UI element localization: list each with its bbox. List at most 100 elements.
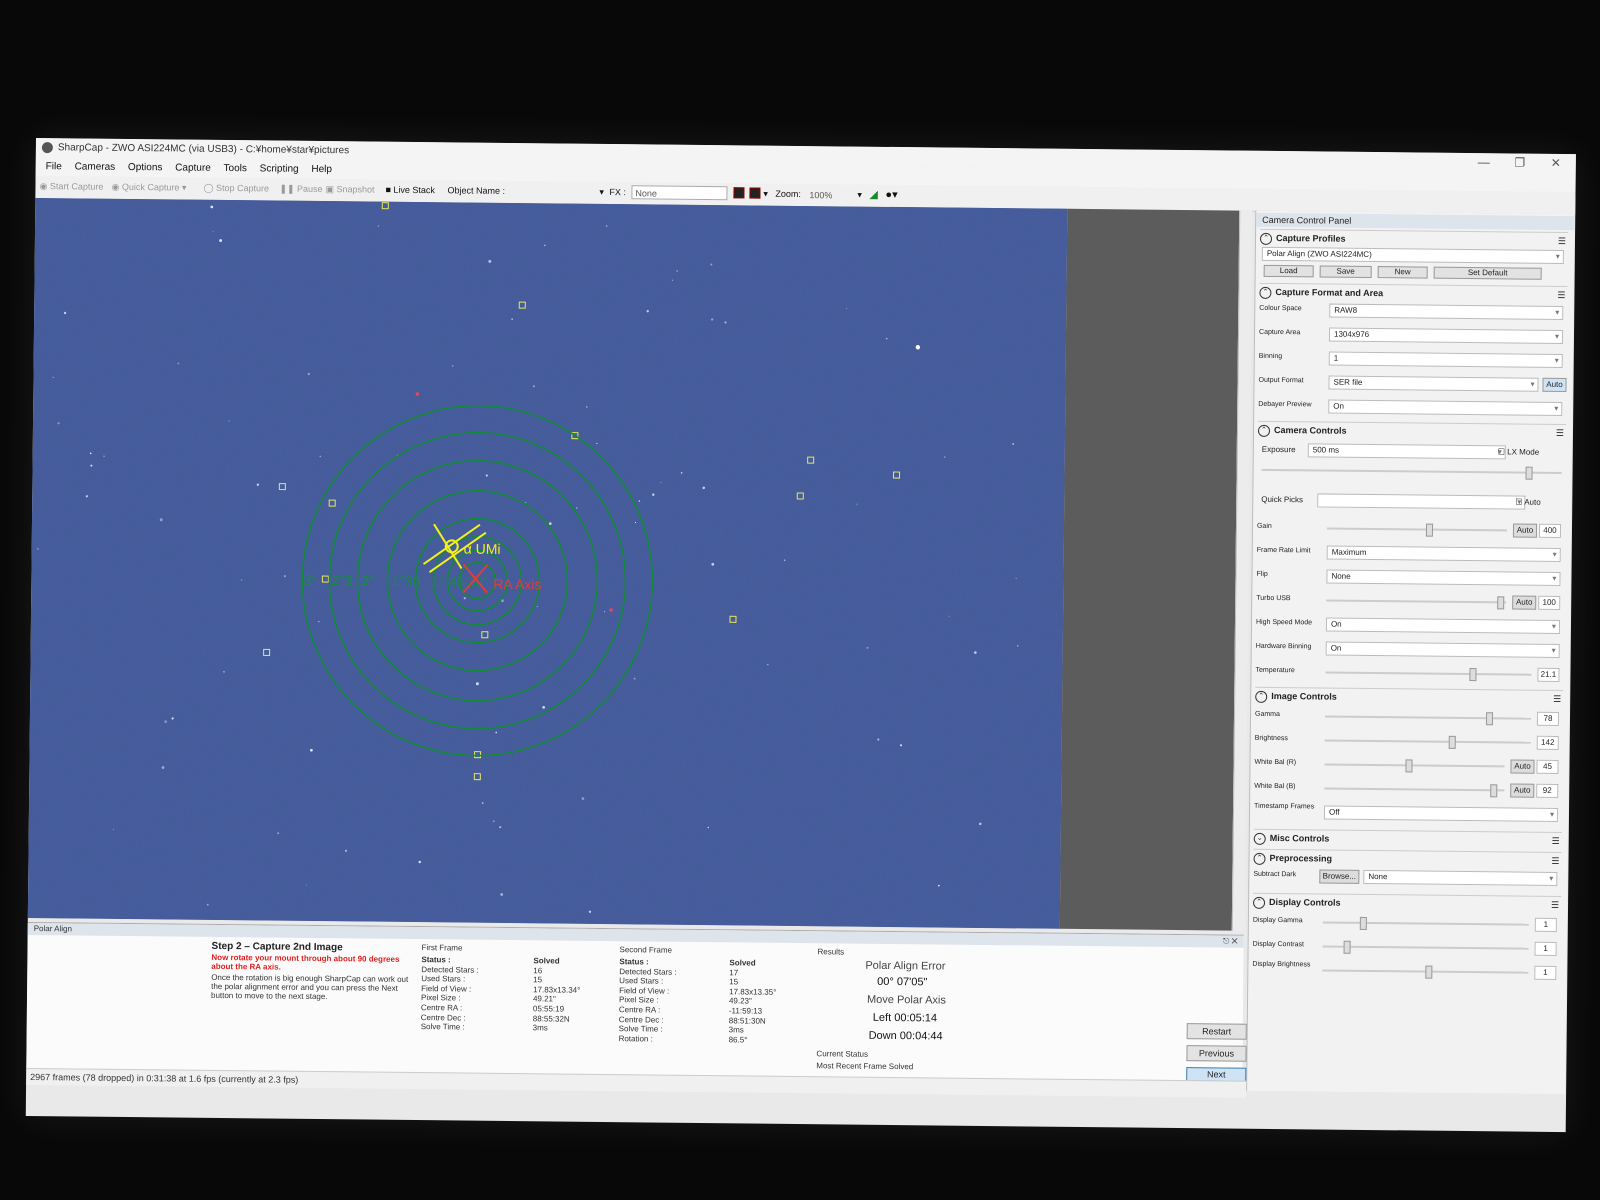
stop-capture-button[interactable]: ◯ Stop Capture xyxy=(203,183,269,195)
lx-mode-checkbox[interactable]: ☐ LX Mode xyxy=(1498,447,1540,456)
menu-options[interactable]: Options xyxy=(128,162,163,173)
menu-icon[interactable]: ☰ xyxy=(1557,287,1565,303)
profile-save-button[interactable]: Save xyxy=(1319,265,1372,278)
pin-close-icons[interactable]: ⎋ ✕ xyxy=(1223,935,1238,947)
gamma-slider[interactable] xyxy=(1325,712,1532,726)
collapse-icon[interactable]: ⌃ xyxy=(1259,286,1272,299)
menu-scripting[interactable]: Scripting xyxy=(260,163,299,174)
white-bal-b-slider[interactable] xyxy=(1324,784,1505,798)
white-bal-r-slider-knob[interactable] xyxy=(1405,759,1413,773)
dark-frame-select[interactable]: None xyxy=(1363,869,1558,886)
white-bal-r-slider[interactable] xyxy=(1324,759,1505,773)
colour-space-select[interactable]: RAW8 xyxy=(1329,303,1564,321)
restart-button[interactable]: Restart xyxy=(1186,1023,1247,1040)
white-bal-r-auto-button[interactable]: Auto xyxy=(1510,759,1535,774)
menu-capture[interactable]: Capture xyxy=(175,162,211,173)
display-controls-header[interactable]: ⌃ Display Controls ☰ xyxy=(1252,892,1562,914)
turbo-usb-slider[interactable] xyxy=(1326,596,1507,610)
profile-load-button[interactable]: Load xyxy=(1263,264,1314,278)
maximize-button[interactable]: ❐ xyxy=(1504,155,1536,169)
image-controls-header[interactable]: ⌃ Image Controls ☰ xyxy=(1255,686,1564,708)
quick-picks-auto-checkbox[interactable]: ☐ Auto xyxy=(1515,498,1541,507)
brightness-value[interactable]: 142 xyxy=(1536,735,1559,750)
fx-select[interactable]: None xyxy=(631,185,728,201)
minimize-button[interactable]: — xyxy=(1468,155,1500,169)
menu-icon[interactable]: ☰ xyxy=(1553,691,1561,707)
frame-rate-select[interactable]: Maximum xyxy=(1326,545,1561,562)
menu-icon[interactable]: ☰ xyxy=(1558,233,1566,249)
turbo-auto-button[interactable]: Auto xyxy=(1512,595,1537,610)
expand-icon[interactable]: ⌄ xyxy=(1253,832,1266,845)
gain-value[interactable]: 400 xyxy=(1538,523,1562,538)
capture-profiles-header[interactable]: ⌃ Capture Profiles ☰ xyxy=(1259,228,1569,250)
timestamp-select[interactable]: Off xyxy=(1323,805,1559,822)
collapse-icon[interactable]: ⌃ xyxy=(1252,896,1266,909)
debayer-select[interactable]: On xyxy=(1328,399,1563,416)
white-bal-r-value[interactable]: 45 xyxy=(1536,759,1559,774)
white-bal-b-auto-button[interactable]: Auto xyxy=(1510,783,1535,798)
zoom-dropdown-icon[interactable]: ▾ xyxy=(857,190,862,201)
gamma-slider-knob[interactable] xyxy=(1485,712,1493,726)
display-contrast-slider[interactable] xyxy=(1322,940,1529,954)
histogram-icon[interactable]: ◢ xyxy=(869,188,878,201)
output-format-select[interactable]: SER file xyxy=(1328,375,1539,392)
binning-select[interactable]: 1 xyxy=(1328,351,1563,368)
gain-slider-knob[interactable] xyxy=(1425,523,1434,537)
profile-new-button[interactable]: New xyxy=(1377,266,1428,279)
menu-icon[interactable]: ☰ xyxy=(1551,897,1559,913)
gamma-value[interactable]: 78 xyxy=(1536,711,1560,726)
misc-controls-header[interactable]: ⌄ Misc Controls ☰ xyxy=(1253,828,1562,850)
hardware-binning-select[interactable]: On xyxy=(1325,641,1560,658)
live-stack-button[interactable]: ■ Live Stack xyxy=(385,185,435,196)
display-gamma-slider[interactable] xyxy=(1322,916,1529,930)
turbo-usb-value[interactable]: 100 xyxy=(1538,595,1561,610)
record-icon[interactable] xyxy=(733,187,745,199)
gain-auto-button[interactable]: Auto xyxy=(1512,523,1538,538)
turbo-usb-slider-knob[interactable] xyxy=(1497,596,1505,610)
display-brightness-value[interactable]: 1 xyxy=(1534,965,1557,980)
menu-cameras[interactable]: Cameras xyxy=(75,161,116,172)
collapse-icon[interactable]: ⌃ xyxy=(1253,852,1266,865)
menu-icon[interactable]: ☰ xyxy=(1552,833,1560,849)
exposure-input[interactable]: 500 ms xyxy=(1307,443,1506,460)
snapshot-button[interactable]: ▣ Snapshot xyxy=(325,184,374,196)
zoom-select[interactable]: 100% xyxy=(805,187,861,202)
preprocessing-header[interactable]: ⌃ Preprocessing ☰ xyxy=(1253,848,1562,870)
display-brightness-slider-knob[interactable] xyxy=(1425,965,1433,979)
output-auto-button[interactable]: Auto xyxy=(1542,377,1567,393)
profile-select[interactable]: Polar Align (ZWO ASI224MC) xyxy=(1261,246,1564,265)
brightness-slider-knob[interactable] xyxy=(1448,735,1456,749)
pause-button[interactable]: ❚❚ Pause xyxy=(279,184,322,195)
color-dropdown-icon[interactable]: ▾ xyxy=(763,189,768,200)
close-button[interactable]: ✕ xyxy=(1540,156,1572,170)
menu-icon[interactable]: ☰ xyxy=(1551,853,1559,869)
object-name-dropdown[interactable]: ▾ xyxy=(599,187,604,198)
display-brightness-slider[interactable] xyxy=(1322,965,1529,979)
menu-icon[interactable]: ☰ xyxy=(1556,425,1564,441)
brightness-slider[interactable] xyxy=(1324,735,1531,749)
display-gamma-slider-knob[interactable] xyxy=(1359,916,1367,930)
magnifier-icon[interactable]: ●▾ xyxy=(885,188,897,201)
previous-button[interactable]: Previous xyxy=(1186,1045,1247,1062)
white-bal-b-value[interactable]: 92 xyxy=(1536,783,1559,798)
capture-area-select[interactable]: 1304x976 xyxy=(1328,327,1564,345)
color-picker-icon[interactable] xyxy=(749,187,761,199)
browse-button[interactable]: Browse... xyxy=(1319,869,1360,884)
quick-picks-select[interactable] xyxy=(1317,493,1526,510)
display-contrast-value[interactable]: 1 xyxy=(1534,941,1557,956)
flip-select[interactable]: None xyxy=(1326,569,1561,586)
white-bal-b-slider-knob[interactable] xyxy=(1489,784,1497,798)
collapse-icon[interactable]: ⌃ xyxy=(1255,690,1268,703)
menu-tools[interactable]: Tools xyxy=(224,163,247,174)
collapse-icon[interactable]: ⌃ xyxy=(1257,424,1271,437)
gain-slider[interactable] xyxy=(1326,523,1507,537)
menu-help[interactable]: Help xyxy=(311,164,332,175)
start-capture-button[interactable]: ◉ Start Capture xyxy=(39,181,103,193)
display-gamma-value[interactable]: 1 xyxy=(1534,917,1557,932)
menu-file[interactable]: File xyxy=(46,161,62,172)
exposure-slider[interactable] xyxy=(1261,466,1562,480)
collapse-icon[interactable]: ⌃ xyxy=(1259,232,1273,245)
high-speed-select[interactable]: On xyxy=(1325,617,1561,634)
capture-format-header[interactable]: ⌃ Capture Format and Area ☰ xyxy=(1259,282,1568,304)
camera-controls-header[interactable]: ⌃ Camera Controls ☰ xyxy=(1257,420,1567,442)
